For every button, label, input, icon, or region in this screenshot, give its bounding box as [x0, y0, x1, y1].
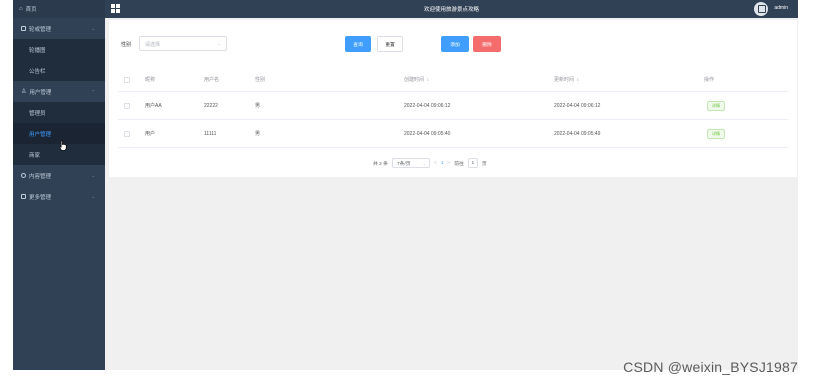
- nickname-cell: 用户: [145, 131, 156, 137]
- chevron-down-icon: ⌄: [91, 194, 95, 199]
- page-size-select[interactable]: 7条/页 ⌄: [391, 158, 430, 168]
- user-table: 昵称 用户名 性别 创建时间 ⇕ 更新时间 ⇕ 操作 用户AA 22222 男 20…: [118, 68, 788, 148]
- row-checkbox[interactable]: [124, 130, 130, 137]
- column-header-sortable[interactable]: 创建时间 ⇕: [404, 68, 429, 91]
- gender-filter-label: 性别: [121, 42, 132, 48]
- column-header-label: 创建时间: [404, 77, 425, 83]
- column-header: 用户名: [204, 77, 220, 83]
- home-icon: ⌂: [19, 6, 23, 12]
- nickname-cell: 用户AA: [145, 103, 162, 109]
- row-checkbox[interactable]: [124, 102, 130, 109]
- username-label[interactable]: admin: [774, 5, 788, 11]
- updated-time-cell: 2022-04-04 09:06:12: [554, 102, 601, 109]
- detail-button[interactable]: 详情: [707, 100, 725, 111]
- chevron-down-icon: ⌄: [91, 173, 95, 178]
- sort-icon[interactable]: ⇕: [426, 77, 429, 82]
- created-time-cell: 2022-04-04 09:05:40: [404, 130, 451, 137]
- gender-cell: 男: [255, 103, 261, 109]
- updated-time-cell: 2022-04-04 09:05:49: [554, 130, 601, 137]
- monitor-icon: [21, 26, 26, 31]
- sidebar-group-carousel[interactable]: 轮或管理 ⌄: [13, 18, 105, 39]
- column-header: 性别: [255, 77, 266, 83]
- column-header: 昵称: [145, 77, 156, 83]
- chevron-down-icon: ⌄: [217, 41, 221, 46]
- sidebar-group-users[interactable]: ♙ 用户管理 ⌃: [13, 81, 105, 102]
- table-header-row: 昵称 用户名 性别 创建时间 ⇕ 更新时间 ⇕ 操作: [118, 68, 788, 92]
- page-number[interactable]: 1: [441, 161, 444, 166]
- table-row: 用户 11111 男 2022-04-04 09:05:40 2022-04-0…: [118, 120, 788, 148]
- detail-button[interactable]: 详情: [707, 128, 725, 139]
- gender-select[interactable]: 请选择 ⌄: [139, 36, 227, 51]
- goto-prefix: 前往: [454, 161, 464, 167]
- prev-page-button[interactable]: <: [434, 161, 437, 166]
- sidebar-group-label: 轮或管理: [29, 26, 52, 33]
- column-header-label: 更新时间: [554, 77, 575, 83]
- pagination-total: 共 2 条: [373, 161, 388, 167]
- chevron-up-icon: ⌃: [91, 89, 95, 94]
- sort-icon[interactable]: ⇕: [576, 77, 579, 82]
- username-cell: 11111: [204, 130, 217, 137]
- username-cell: 22222: [204, 102, 218, 109]
- document-icon: [21, 173, 26, 178]
- app-frame: ⌂ 首页 轮或管理 ⌄ 轮播图 公告栏 ♙ 用户管理 ⌃ 管理员 用户管理 商家…: [13, 0, 798, 370]
- sidebar-group-label: 内容管理: [29, 173, 52, 180]
- watermark: CSDN @weixin_BYSJ1987: [623, 359, 798, 375]
- page-size-value: 7条/页: [396, 161, 411, 167]
- top-bar: 欢迎使用旅游景点攻略 admin: [105, 0, 798, 18]
- chevron-down-icon: ⌄: [422, 160, 426, 166]
- next-page-button[interactable]: >: [447, 161, 450, 166]
- search-button[interactable]: 查询: [345, 36, 371, 52]
- sidebar-group-content[interactable]: 内容管理 ⌄: [13, 165, 105, 186]
- goto-suffix: 页: [481, 161, 487, 167]
- column-header: 操作: [704, 77, 715, 83]
- sidebar: ⌂ 首页 轮或管理 ⌄ 轮播图 公告栏 ♙ 用户管理 ⌃ 管理员 用户管理 商家…: [13, 0, 105, 370]
- created-time-cell: 2022-04-04 09:06:12: [404, 102, 451, 109]
- avatar[interactable]: [754, 2, 768, 16]
- gender-select-placeholder: 请选择: [145, 42, 161, 48]
- select-all-checkbox[interactable]: [124, 76, 130, 83]
- main-card: 性别 请选择 ⌄ 查询 重置 添加 删除 昵称 用户名 性别 创建时间 ⇕ 更新时…: [109, 20, 797, 177]
- hand-cursor-icon: [59, 140, 67, 151]
- pagination: 共 2 条 7条/页 ⌄ < 1 > 前往 1 页: [373, 158, 487, 168]
- sidebar-group-label: 用户管理: [29, 89, 52, 96]
- system-title: 欢迎使用旅游景点攻略: [423, 7, 479, 13]
- folder-icon: [21, 194, 26, 199]
- add-button[interactable]: 添加: [441, 36, 469, 52]
- table-row: 用户AA 22222 男 2022-04-04 09:06:12 2022-04…: [118, 92, 788, 120]
- sidebar-item-admin[interactable]: 管理员: [13, 102, 105, 123]
- user-icon: ♙: [21, 89, 27, 95]
- sidebar-group-label: 更多管理: [29, 194, 52, 201]
- column-header-sortable[interactable]: 更新时间 ⇕: [554, 68, 579, 91]
- delete-button[interactable]: 删除: [473, 36, 501, 52]
- chevron-down-icon: ⌄: [91, 26, 95, 31]
- sidebar-group-more[interactable]: 更多管理 ⌄: [13, 186, 105, 207]
- sidebar-item-notice[interactable]: 公告栏: [13, 60, 105, 81]
- goto-page-input[interactable]: 1: [467, 158, 478, 168]
- sidebar-home-label: 首页: [25, 7, 37, 13]
- sidebar-item-home[interactable]: ⌂ 首页: [13, 0, 105, 18]
- reset-button[interactable]: 重置: [377, 36, 403, 52]
- sidebar-item-carousel[interactable]: 轮播图: [13, 39, 105, 60]
- gender-cell: 男: [255, 131, 261, 137]
